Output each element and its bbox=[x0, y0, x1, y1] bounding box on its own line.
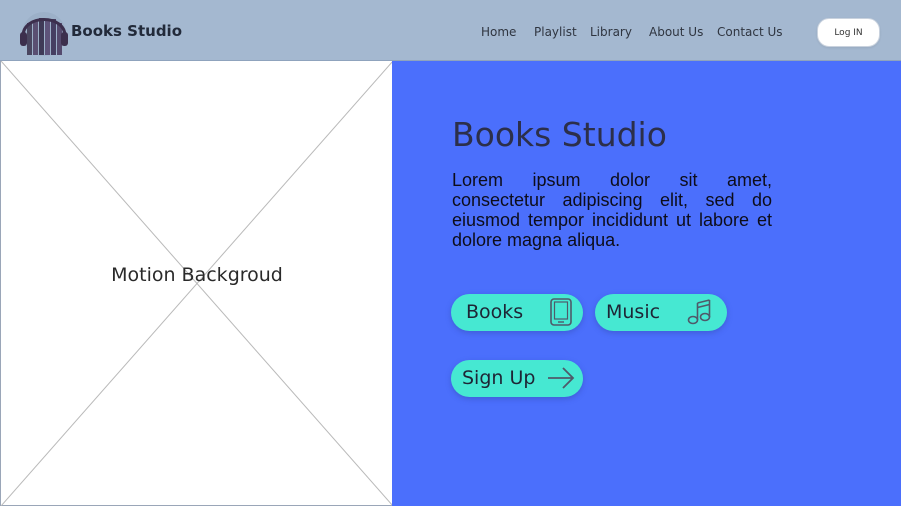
hero-description: Lorem ipsum dolor sit amet, consectetur … bbox=[452, 170, 772, 250]
arrow-right-icon bbox=[546, 366, 576, 395]
nav-link-home[interactable]: Home bbox=[481, 25, 516, 39]
motion-background-placeholder: Motion Backgroud bbox=[0, 61, 393, 506]
nav-link-library[interactable]: Library bbox=[590, 25, 632, 39]
login-button[interactable]: Log IN bbox=[817, 18, 880, 47]
hero-title: Books Studio bbox=[452, 115, 667, 154]
brand-name[interactable]: Books Studio bbox=[71, 22, 182, 40]
headphones-books-logo-icon[interactable] bbox=[18, 6, 70, 56]
nav-link-contact-us[interactable]: Contact Us bbox=[717, 25, 783, 39]
sign-up-button-label: Sign Up bbox=[462, 367, 536, 389]
nav-link-about-us[interactable]: About Us bbox=[649, 25, 703, 39]
hero-section: Books Studio Lorem ipsum dolor sit amet,… bbox=[392, 61, 901, 506]
music-button[interactable]: Music bbox=[595, 294, 727, 331]
top-navigation-bar: Books Studio Home Playlist Library About… bbox=[0, 0, 901, 61]
tablet-book-icon bbox=[549, 298, 573, 331]
sign-up-button[interactable]: Sign Up bbox=[451, 360, 583, 397]
motion-background-label: Motion Backgroud bbox=[111, 264, 283, 286]
music-note-icon bbox=[686, 298, 712, 331]
nav-link-playlist[interactable]: Playlist bbox=[534, 25, 577, 39]
music-button-label: Music bbox=[606, 301, 661, 323]
books-button-label: Books bbox=[466, 301, 524, 323]
books-button[interactable]: Books bbox=[451, 294, 583, 331]
